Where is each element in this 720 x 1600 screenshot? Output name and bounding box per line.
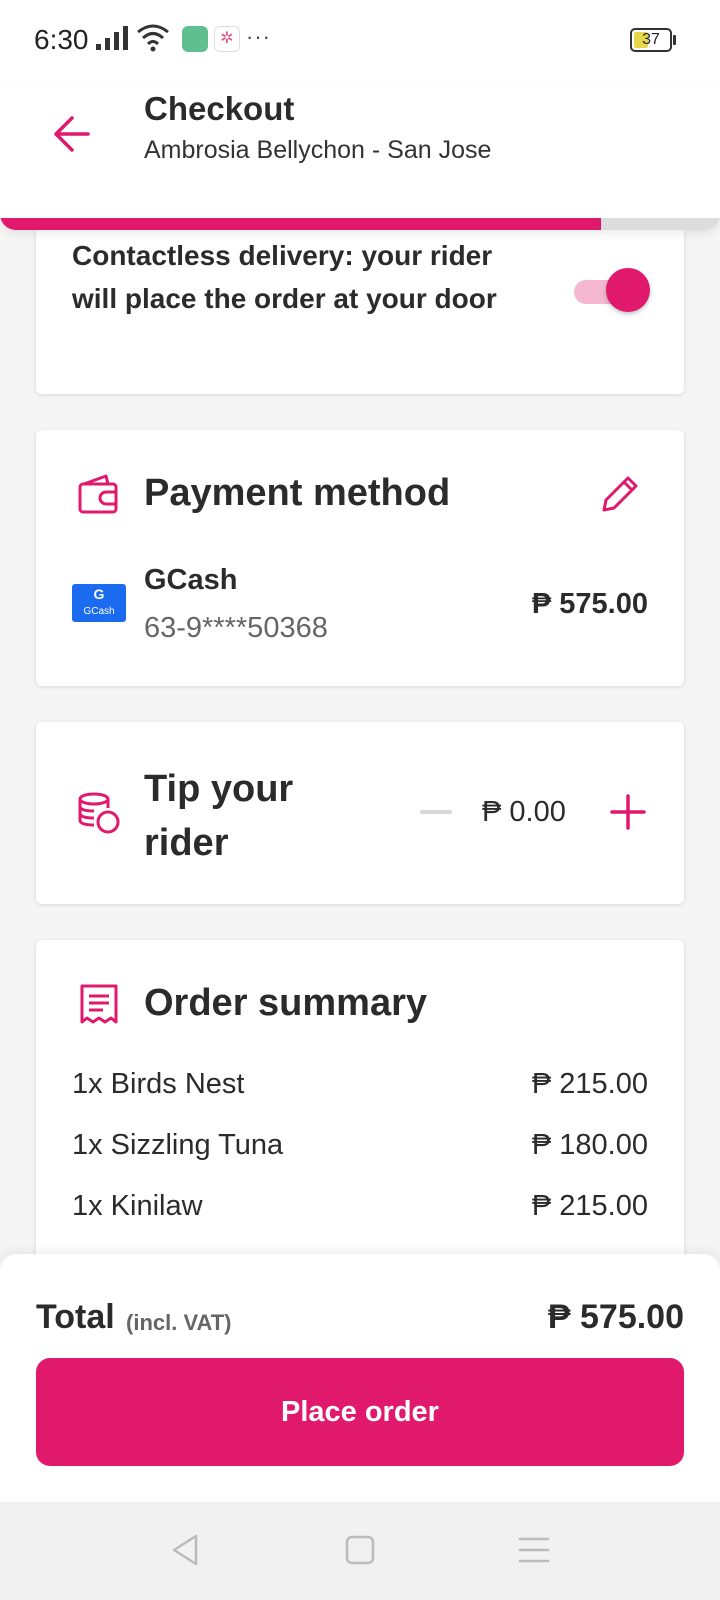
order-item-row: 1x Sizzling Tuna ₱ 180.00 (72, 1129, 648, 1190)
payment-method-name: GCash (144, 564, 238, 596)
tip-decrease-button[interactable] (420, 810, 452, 814)
order-summary-card: Order summary 1x Birds Nest ₱ 215.00 1x … (36, 940, 684, 1270)
tip-rider-card: Tip your rider ₱ 0.00 (36, 722, 684, 904)
vat-note: (incl. VAT) (126, 1310, 232, 1335)
order-summary-title: Order summary (144, 982, 428, 1024)
checkout-footer: Total (incl. VAT) ₱ 575.00 Place order (0, 1254, 720, 1502)
order-item-price: ₱ 215.00 (531, 1068, 648, 1100)
order-item-row: 1x Kinilaw ₱ 215.00 (72, 1190, 648, 1251)
checkout-progress-bar (0, 218, 720, 230)
contactless-delivery-text: Contactless delivery: your rider will pl… (72, 240, 497, 314)
battery-level: 37 (642, 31, 660, 48)
payment-account-number: 63-9****50368 (144, 612, 328, 644)
signal-icon (96, 26, 128, 50)
tip-increase-button[interactable] (606, 790, 650, 834)
total-label: Total (36, 1298, 115, 1336)
total-amount: ₱ 575.00 (547, 1298, 684, 1336)
gcash-logo: G GCash (72, 584, 126, 622)
payment-method-title: Payment method (144, 472, 451, 514)
order-item-row: 1x Birds Nest ₱ 215.00 (72, 1068, 648, 1129)
order-item-price: ₱ 215.00 (531, 1190, 648, 1222)
status-bar: 6:30 ✲ ··· 37 (0, 0, 720, 84)
back-arrow-icon[interactable] (44, 104, 104, 164)
restaurant-name: Ambrosia Bellychon - San Jose (144, 136, 492, 164)
page-title: Checkout (144, 90, 295, 127)
contactless-delivery-toggle[interactable] (566, 268, 650, 312)
status-time: 6:30 (34, 24, 89, 55)
home-square-icon[interactable] (340, 1530, 380, 1570)
place-order-button[interactable]: Place order (36, 1358, 684, 1466)
tip-rider-title: Tip your rider (144, 768, 294, 864)
photos-app-icon: ✲ (214, 26, 240, 52)
edit-pencil-icon[interactable] (596, 470, 644, 518)
checkout-progress-fill (0, 218, 602, 230)
order-item-name: 1x Kinilaw (72, 1190, 203, 1222)
order-item-price: ₱ 180.00 (531, 1129, 648, 1161)
back-triangle-icon[interactable] (166, 1530, 206, 1570)
checkout-header: Checkout Ambrosia Bellychon - San Jose (0, 84, 720, 230)
order-item-name: 1x Birds Nest (72, 1068, 245, 1100)
more-notifications-icon: ··· (246, 24, 271, 49)
wifi-icon (137, 24, 169, 52)
tip-amount: ₱ 0.00 (482, 796, 566, 828)
system-nav-bar (0, 1502, 720, 1600)
battery-icon: 37 (630, 28, 672, 52)
coins-icon (78, 792, 120, 834)
calculator-app-icon (182, 26, 208, 52)
recents-menu-icon[interactable] (514, 1530, 554, 1570)
wallet-icon (78, 474, 118, 514)
receipt-icon (80, 984, 118, 1024)
payment-method-card: Payment method G GCash GCash 63-9****503… (36, 430, 684, 686)
payment-amount: ₱ 575.00 (531, 588, 648, 620)
order-item-name: 1x Sizzling Tuna (72, 1129, 284, 1161)
order-items-list: 1x Birds Nest ₱ 215.00 1x Sizzling Tuna … (72, 1068, 648, 1251)
